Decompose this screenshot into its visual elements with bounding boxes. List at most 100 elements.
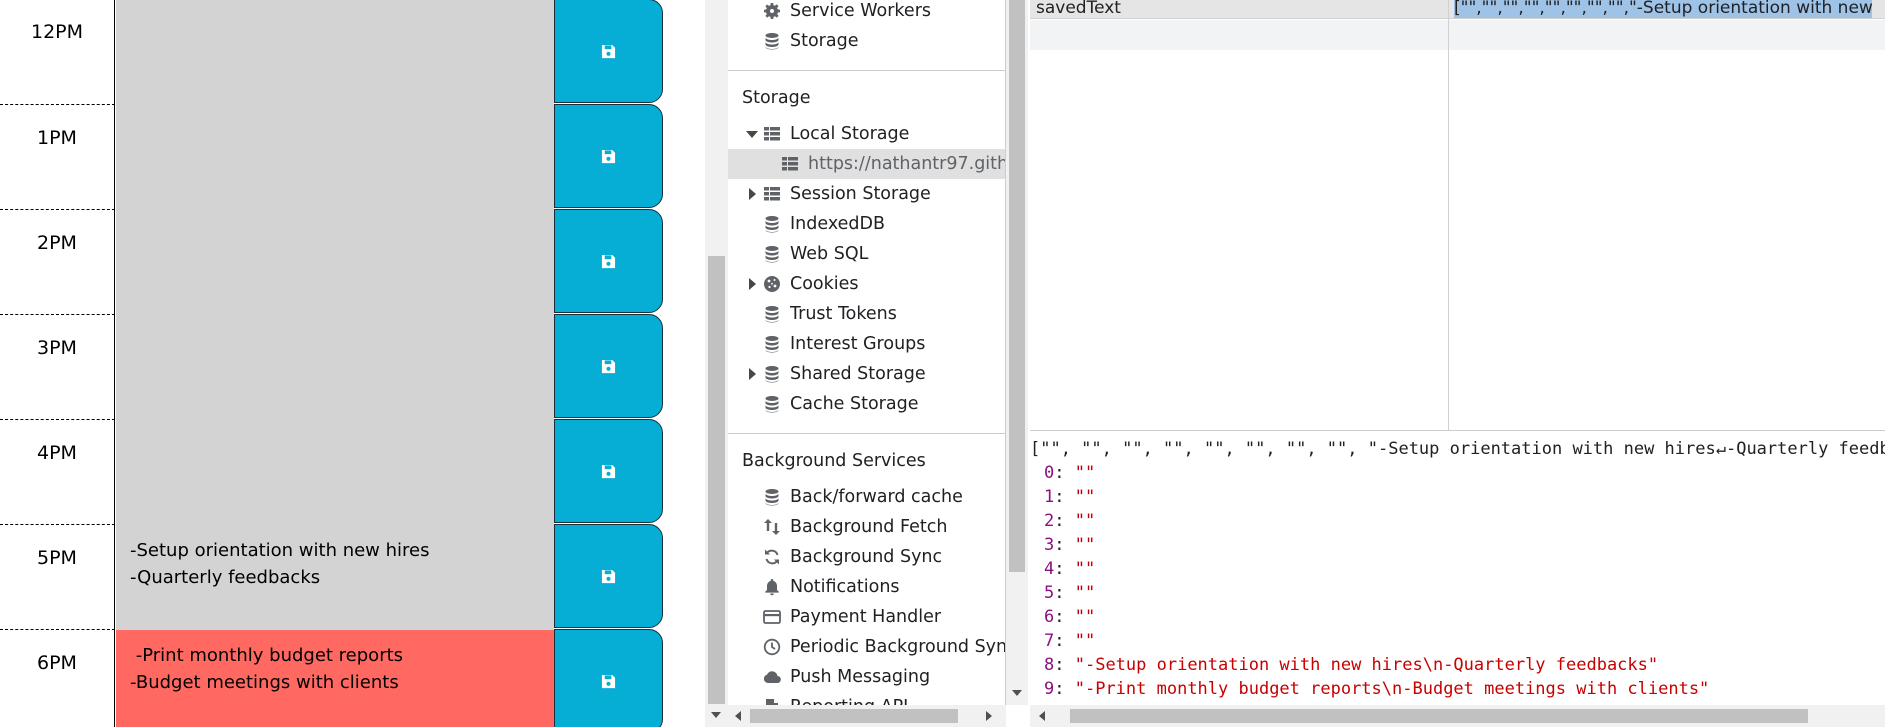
task-textarea[interactable] <box>116 314 554 419</box>
task-textarea[interactable] <box>116 0 554 104</box>
sidebar-item[interactable]: IndexedDB <box>728 209 1005 239</box>
scroll-down-arrow-icon[interactable] <box>711 712 721 718</box>
sidebar-item[interactable]: Reporting API <box>728 692 1005 705</box>
storage-key-cell: savedText <box>1036 0 1121 18</box>
array-entry: 1: "" <box>1044 487 1096 507</box>
preview-hscroll-thumb[interactable] <box>1070 709 1808 723</box>
array-value: "" <box>1074 631 1096 651</box>
save-button[interactable] <box>554 0 663 103</box>
sidebar-item[interactable]: Shared Storage <box>728 359 1005 389</box>
sidebar-item[interactable]: Service Workers <box>728 0 1005 26</box>
column-divider[interactable] <box>1448 0 1449 430</box>
sidebar-item-label: Notifications <box>790 577 900 597</box>
array-index: 0 <box>1044 463 1055 483</box>
database-icon <box>760 393 784 415</box>
sidebar-item-label: Interest Groups <box>790 334 926 354</box>
sidebar-horizontal-scrollbar[interactable] <box>728 705 1006 727</box>
sidebar-item[interactable]: Background Sync <box>728 542 1005 572</box>
screen: 12PM 1PM 2PM 3PM 4PM 5PM -Setup orientation wi… <box>0 0 1885 727</box>
expand-triangle-right-icon[interactable] <box>744 359 760 389</box>
expand-triangle-right-icon[interactable] <box>744 179 760 209</box>
floppy-disk-icon <box>601 569 616 584</box>
save-button[interactable] <box>554 209 663 313</box>
table-row-empty[interactable] <box>1030 20 1885 50</box>
sidebar-item[interactable]: Payment Handler <box>728 602 1005 632</box>
time-block-row: 3PM <box>0 314 705 419</box>
scroll-right-arrow-icon[interactable] <box>986 711 992 721</box>
database-icon <box>760 363 784 385</box>
sidebar-item[interactable]: Cache Storage <box>728 389 1005 419</box>
time-block-row: 4PM <box>0 419 705 524</box>
scroll-left-arrow-icon[interactable] <box>735 711 741 721</box>
sidebar-item[interactable]: Push Messaging <box>728 662 1005 692</box>
time-block-row: 12PM <box>0 0 705 104</box>
array-value: "-Print monthly budget reports\n-Budget … <box>1074 679 1710 699</box>
sidebar-item-label: Storage <box>790 31 859 51</box>
array-entry: 3: "" <box>1044 535 1096 555</box>
sidebar-item[interactable]: Interest Groups <box>728 329 1005 359</box>
table-row-selected[interactable]: savedText ["","","","","","","","","-Set… <box>1030 0 1885 19</box>
sidebar-item[interactable]: Trust Tokens <box>728 299 1005 329</box>
sidebar-item[interactable]: Cookies <box>728 269 1005 299</box>
gear-icon <box>760 0 784 22</box>
sidebar-item[interactable]: Back/forward cache <box>728 482 1005 512</box>
planner-scrollbar-thumb[interactable] <box>708 256 725 704</box>
task-textarea[interactable]: -Setup orientation with new hires -Quart… <box>116 524 554 629</box>
sidebar-item[interactable]: Session Storage <box>728 179 1005 209</box>
sidebar-scrollbar-thumb[interactable] <box>1009 0 1025 572</box>
sidebar-item[interactable]: Notifications <box>728 572 1005 602</box>
array-value: "-Setup orientation with new hires\n-Qua… <box>1074 655 1659 675</box>
save-button[interactable] <box>554 314 663 418</box>
sidebar-item[interactable]: Web SQL <box>728 239 1005 269</box>
array-index: 2 <box>1044 511 1055 531</box>
section-title-storage: Storage <box>742 88 811 108</box>
scroll-down-arrow-icon[interactable] <box>1012 690 1022 696</box>
preview-horizontal-scrollbar[interactable] <box>1030 705 1885 727</box>
devtools-application-panel: Service Workers Storage Storage Local Stora… <box>728 0 1885 727</box>
expand-triangle-down-icon[interactable] <box>744 119 760 149</box>
save-button[interactable] <box>554 629 663 727</box>
planner-scrollbar[interactable] <box>705 0 728 727</box>
sidebar-item[interactable]: Storage <box>728 26 1005 56</box>
task-textarea[interactable] <box>116 209 554 314</box>
clock-icon <box>760 636 784 658</box>
save-button[interactable] <box>554 524 663 628</box>
floppy-disk-icon <box>601 359 616 374</box>
save-button[interactable] <box>554 419 663 523</box>
array-entry: 2: "" <box>1044 511 1096 531</box>
scroll-left-arrow-icon[interactable] <box>1039 711 1045 721</box>
task-textarea[interactable]: -Print monthly budget reports -Budget me… <box>116 629 554 727</box>
floppy-disk-icon <box>601 464 616 479</box>
sidebar-item[interactable]: Background Fetch <box>728 512 1005 542</box>
sidebar-item[interactable]: Local Storage <box>728 119 1005 149</box>
database-icon <box>760 486 784 508</box>
sidebar-item-label: Cache Storage <box>790 394 919 414</box>
task-textarea[interactable] <box>116 419 554 524</box>
array-index: 6 <box>1044 607 1055 627</box>
expand-triangle-right-icon[interactable] <box>744 269 760 299</box>
hour-label: 5PM <box>0 524 115 629</box>
sidebar-item[interactable]: Periodic Background Sync <box>728 632 1005 662</box>
sidebar-vertical-scrollbar[interactable] <box>1006 0 1028 705</box>
sidebar-hscroll-thumb[interactable] <box>750 709 958 723</box>
array-entry: 4: "" <box>1044 559 1096 579</box>
grid-icon <box>778 153 802 175</box>
sync-icon <box>760 546 784 568</box>
array-entry: 6: "" <box>1044 607 1096 627</box>
array-value: "" <box>1074 511 1096 531</box>
floppy-disk-icon <box>601 44 616 59</box>
array-index: 5 <box>1044 583 1055 603</box>
section-divider <box>728 433 1005 434</box>
storage-value-text: ["","","","","","","","","-Setup orienta… <box>1454 0 1872 18</box>
task-textarea[interactable] <box>116 104 554 209</box>
save-button[interactable] <box>554 104 663 208</box>
array-value: "" <box>1074 535 1096 555</box>
sidebar-item[interactable]: https://nathantr97.githu <box>728 149 1005 179</box>
bell-icon <box>760 576 784 598</box>
time-block-row: 6PM -Print monthly budget reports -Budge… <box>0 629 705 727</box>
sidebar-item-label: Background Sync <box>790 547 943 567</box>
hour-label: 1PM <box>0 104 115 209</box>
database-icon <box>760 243 784 265</box>
sidebar-item-label: Web SQL <box>790 244 869 264</box>
database-icon <box>760 30 784 52</box>
